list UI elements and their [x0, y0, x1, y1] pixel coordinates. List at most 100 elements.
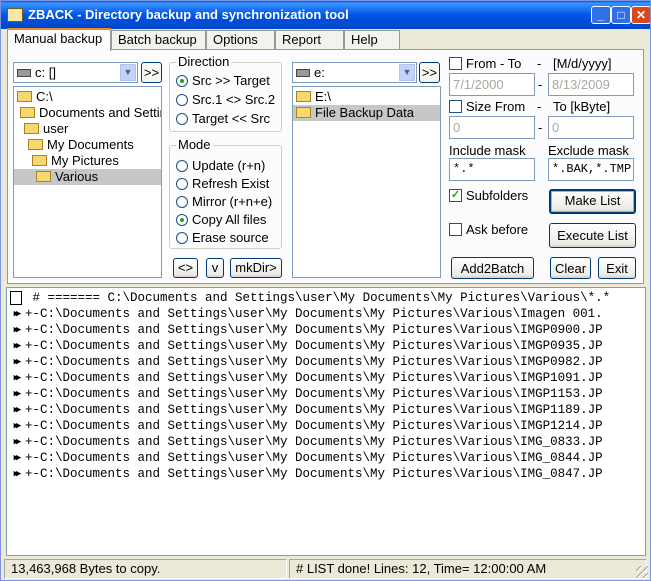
exit-button[interactable]: Exit: [598, 257, 636, 279]
source-drive-select[interactable]: c: [] ▼: [13, 62, 138, 83]
double-arrow-icon: ▶▶: [13, 357, 22, 367]
radio-mirror[interactable]: Mirror (r+n+e): [176, 194, 272, 210]
ask-before-checkbox[interactable]: Ask before: [449, 222, 528, 238]
size-unit-label: To [kByte]: [553, 99, 611, 114]
clear-button[interactable]: Clear: [550, 257, 591, 279]
tree-item[interactable]: My Pictures: [32, 153, 119, 169]
size-to-input[interactable]: 0: [548, 116, 634, 139]
log-row[interactable]: ▶▶ +-C:\Documents and Settings\user\My Do…: [7, 322, 603, 338]
double-arrow-icon: ▶▶: [13, 437, 22, 447]
tab-manual-backup[interactable]: Manual backup: [7, 28, 111, 51]
radio-target-from-src[interactable]: Target << Src: [176, 111, 270, 127]
swap-button[interactable]: <>: [173, 258, 198, 278]
status-message: # LIST done! Lines: 12, Time= 12:00:00 A…: [289, 559, 647, 579]
date-range-dash: -: [538, 77, 543, 92]
size-filter-checkbox[interactable]: Size From: [449, 99, 525, 115]
radio-dot: [176, 231, 188, 244]
exclude-mask-input[interactable]: *.BAK,*.TMP: [548, 158, 634, 181]
tree-item[interactable]: E:\: [296, 89, 331, 105]
include-mask-input[interactable]: *.*: [449, 158, 535, 181]
radio-src1-src2[interactable]: Src.1 <> Src.2: [176, 92, 275, 108]
date-from-input[interactable]: 7/1/2000: [449, 73, 535, 96]
radio-dot: [176, 112, 188, 125]
tab-options[interactable]: Options: [206, 30, 275, 50]
radio-copy-all-files[interactable]: Copy All files: [176, 212, 266, 228]
make-list-button[interactable]: Make List: [549, 189, 636, 214]
checkbox-box: [449, 223, 462, 237]
tree-item-selected[interactable]: File Backup Data: [293, 105, 440, 121]
log-row[interactable]: ▶▶ +-C:\Documents and Settings\user\My Do…: [7, 466, 603, 482]
app-window: ZBACK - Directory backup and synchroniza…: [0, 0, 651, 581]
log-row[interactable]: ▶▶ +-C:\Documents and Settings\user\My Do…: [7, 306, 603, 322]
tab-report[interactable]: Report: [275, 30, 344, 50]
add2batch-button[interactable]: Add2Batch: [451, 257, 534, 279]
mkdir-button[interactable]: mkDir>: [230, 258, 282, 278]
tree-item[interactable]: Documents and Settings: [20, 105, 161, 121]
direction-legend: Direction: [176, 54, 232, 69]
log-row[interactable]: ▶▶ +-C:\Documents and Settings\user\My Do…: [7, 418, 603, 434]
double-arrow-icon: ▶▶: [13, 341, 22, 351]
radio-refresh-exist[interactable]: Refresh Exist: [176, 176, 269, 192]
double-arrow-icon: ▶▶: [13, 325, 22, 335]
size-range-dash: -: [538, 120, 543, 135]
log-row[interactable]: ▶▶ +-C:\Documents and Settings\user\My Do…: [7, 434, 603, 450]
execute-list-button[interactable]: Execute List: [549, 223, 636, 248]
double-arrow-icon: ▶▶: [13, 453, 22, 463]
title-bar[interactable]: ZBACK - Directory backup and synchroniza…: [1, 1, 650, 29]
log-row[interactable]: ▶▶ +-C:\Documents and Settings\user\My Do…: [7, 354, 603, 370]
log-row[interactable]: ▶▶ +-C:\Documents and Settings\user\My Do…: [7, 338, 603, 354]
tab-batch-backup[interactable]: Batch backup: [111, 30, 206, 50]
radio-dot: [176, 195, 188, 208]
log-row[interactable]: ▶▶ +-C:\Documents and Settings\user\My Do…: [7, 386, 603, 402]
open-folder-icon: [296, 107, 311, 119]
exclude-mask-label: Exclude mask: [548, 143, 629, 158]
maximize-button[interactable]: □: [611, 6, 631, 24]
tree-item-selected[interactable]: Various: [14, 169, 161, 185]
target-drive-select[interactable]: e: ▼: [292, 62, 417, 83]
double-arrow-icon: ▶▶: [13, 405, 22, 415]
target-drive-value: e:: [314, 65, 325, 80]
double-arrow-icon: ▶▶: [13, 373, 22, 383]
size-dash-label: -: [537, 99, 542, 114]
tab-help[interactable]: Help: [344, 30, 400, 50]
chevron-down-icon[interactable]: ▼: [399, 64, 415, 81]
folder-icon: [32, 155, 47, 167]
minimize-button[interactable]: _: [591, 6, 611, 24]
source-folder-tree[interactable]: C:\ Documents and Settings user My Docum…: [13, 86, 162, 278]
radio-src-to-target[interactable]: Src >> Target: [176, 73, 270, 89]
date-dash-label: -: [537, 56, 542, 71]
target-nav-button[interactable]: >>: [419, 62, 440, 83]
chevron-down-icon[interactable]: ▼: [120, 64, 136, 81]
drive-icon: [296, 68, 310, 77]
double-arrow-icon: ▶▶: [13, 421, 22, 431]
target-folder-tree[interactable]: E:\ File Backup Data: [292, 86, 441, 278]
source-drive-value: c: []: [35, 65, 56, 80]
app-icon: [7, 8, 23, 22]
radio-erase-source[interactable]: Erase source: [176, 230, 269, 246]
radio-update[interactable]: Update (r+n): [176, 158, 265, 174]
mode-group: Mode Update (r+n) Refresh Exist Mirror (…: [169, 137, 282, 249]
folder-icon: [20, 107, 35, 119]
file-list-log[interactable]: # ======= C:\Documents and Settings\user…: [6, 287, 646, 556]
status-bytes: 13,463,968 Bytes to copy.: [4, 559, 287, 579]
checkbox-box: [449, 100, 462, 114]
close-button[interactable]: ✕: [631, 6, 650, 24]
subfolders-checkbox[interactable]: ✓ Subfolders: [449, 188, 528, 204]
tree-item[interactable]: My Documents: [28, 137, 134, 153]
down-button[interactable]: v: [206, 258, 224, 278]
log-header-row[interactable]: # ======= C:\Documents and Settings\user…: [7, 290, 610, 306]
log-row[interactable]: ▶▶ +-C:\Documents and Settings\user\My Do…: [7, 450, 603, 466]
radio-dot: [176, 74, 188, 87]
source-nav-button[interactable]: >>: [141, 62, 162, 83]
resize-grip[interactable]: [636, 566, 648, 578]
log-row[interactable]: ▶▶ +-C:\Documents and Settings\user\My Do…: [7, 402, 603, 418]
radio-dot: [176, 93, 188, 106]
size-from-input[interactable]: 0: [449, 116, 535, 139]
tree-item[interactable]: user: [24, 121, 68, 137]
date-format-label: [M/d/yyyy]: [553, 56, 612, 71]
double-arrow-icon: ▶▶: [13, 389, 22, 399]
date-to-input[interactable]: 8/13/2009: [548, 73, 634, 96]
log-row[interactable]: ▶▶ +-C:\Documents and Settings\user\My Do…: [7, 370, 603, 386]
tree-item[interactable]: C:\: [17, 89, 53, 105]
date-filter-checkbox[interactable]: From - To: [449, 56, 521, 72]
